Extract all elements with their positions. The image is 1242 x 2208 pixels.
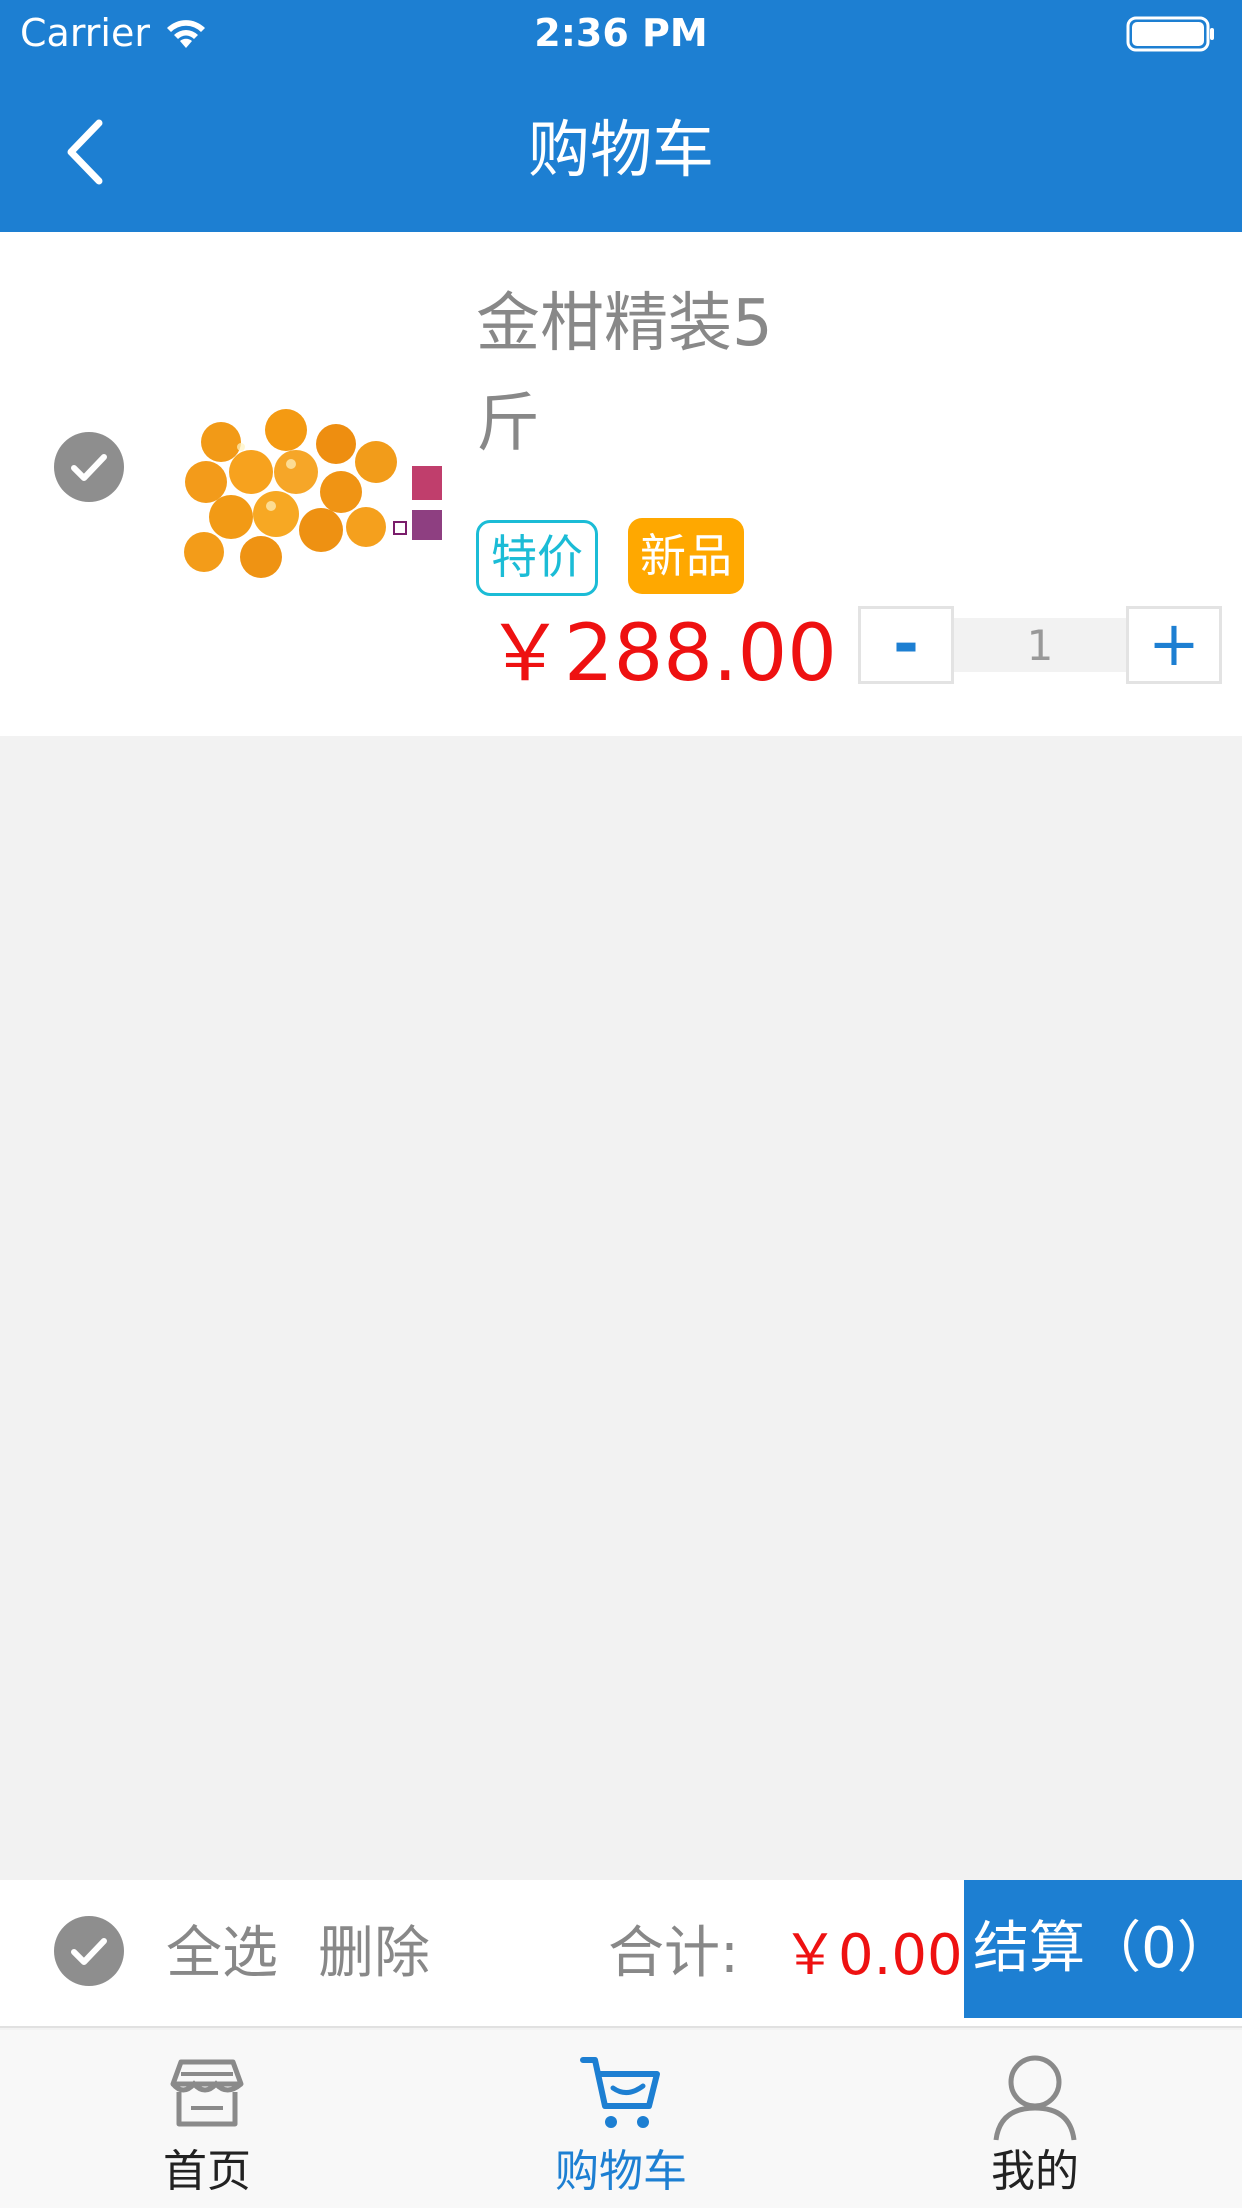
tab-bar: 首页 购物车 我的 [0,2030,1242,2208]
cart-item: 金柑精装5斤 特价 新品 ￥288.00 - + [0,232,1242,736]
select-all-checkbox[interactable] [54,1916,124,1986]
delete-button[interactable]: 删除 [318,1914,430,1994]
quantity-decrease-button[interactable]: - [858,606,954,684]
status-bar: Carrier 2:36 PM [0,0,1242,66]
tab-cart[interactable]: 购物车 [414,2030,828,2208]
quantity-increase-button[interactable]: + [1126,606,1222,684]
tab-home[interactable]: 首页 [0,2030,414,2208]
total-label: 合计: [608,1921,739,1986]
tab-home-icon-wrap [0,2052,414,2142]
tab-mine-icon-wrap [828,2052,1242,2142]
tab-cart-icon-wrap [414,2052,828,2142]
page-title: 购物车 [527,113,714,186]
tag-special-price: 特价 [476,520,598,596]
navigation-bar: 购物车 [0,66,1242,232]
product-image[interactable] [176,402,442,590]
brand-mark-2 [412,510,442,540]
checkmark-icon [71,454,107,481]
item-select-checkbox[interactable] [54,432,124,502]
checkout-button[interactable]: 结算（0） [964,1880,1242,2018]
brand-mark [412,466,442,500]
select-all-button[interactable]: 全选 [166,1914,278,1994]
tag-new-product: 新品 [628,518,744,594]
kumquat-product-image [176,402,442,590]
quantity-input[interactable] [954,618,1126,672]
product-name[interactable]: 金柑精装5斤 [476,274,806,474]
battery-icon [1126,16,1214,52]
tab-home-label: 首页 [163,2146,251,2197]
checkmark-icon [71,1938,107,1965]
user-icon [993,2055,1077,2141]
store-icon [170,2059,244,2127]
cart-action-bar: 全选 删除 合计: ￥0.00 结算（0） [0,1880,1242,2028]
tab-mine-label: 我的 [991,2146,1079,2197]
product-price: ￥288.00 [486,609,837,699]
tab-cart-label: 购物车 [555,2146,687,2197]
status-time: 2:36 PM [534,11,708,55]
tab-mine[interactable]: 我的 [828,2030,1242,2208]
total-value: ￥0.00 [782,1923,963,1988]
cart-icon [580,2057,660,2128]
